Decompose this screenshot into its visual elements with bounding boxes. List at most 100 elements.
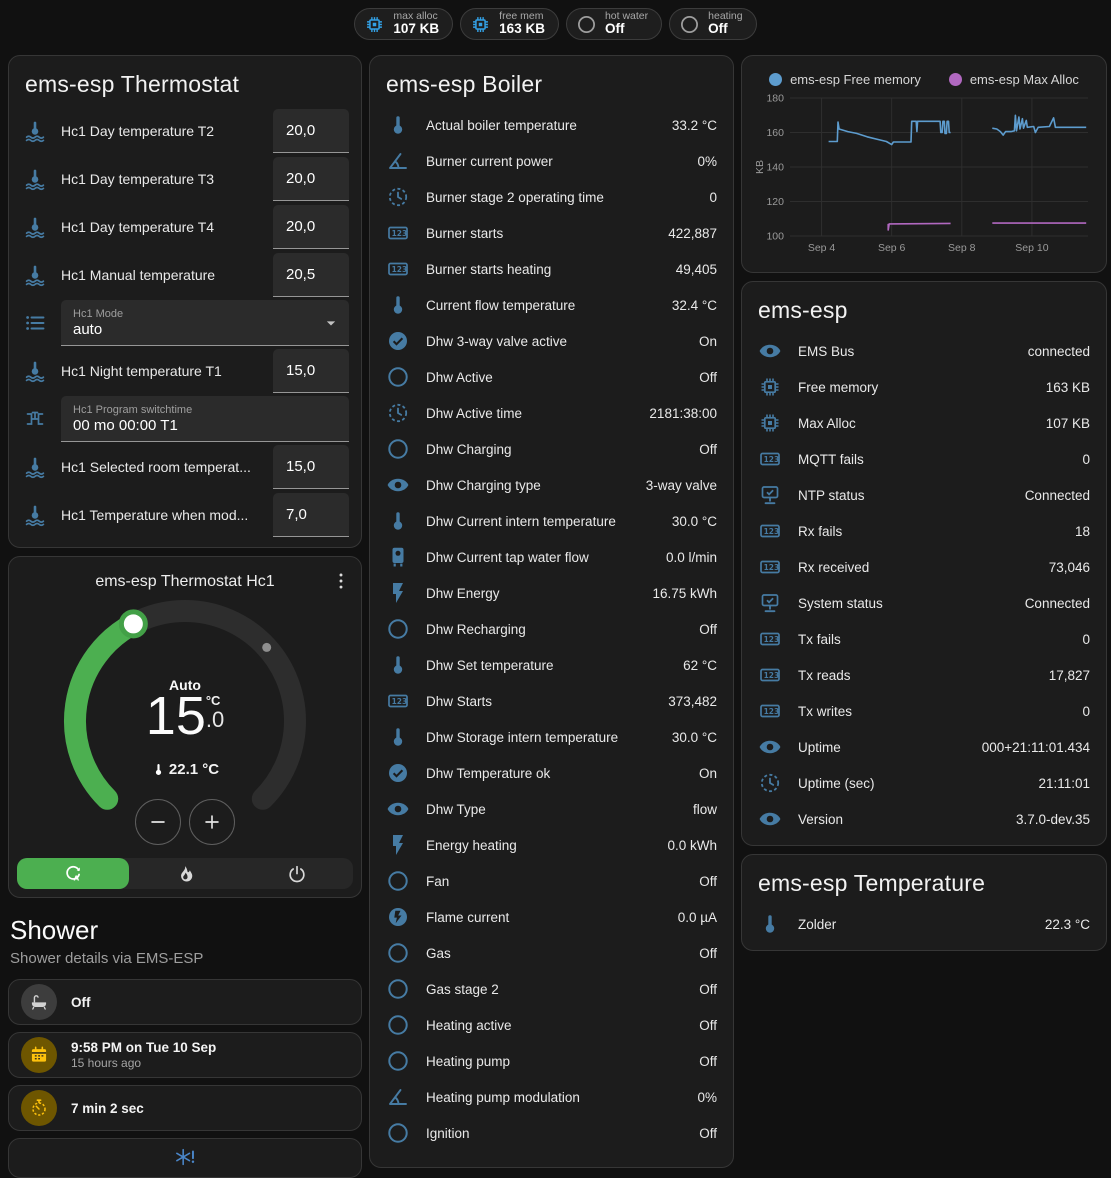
chevron-down-icon bbox=[321, 313, 341, 333]
field-row[interactable]: Hc1 Day temperature T4 20,0 bbox=[9, 203, 361, 251]
badge[interactable]: max alloc 107 KB bbox=[354, 8, 453, 40]
text-input[interactable]: Hc1 Program switchtime 00 mo 00:00 T1 bbox=[61, 396, 349, 442]
entity-row[interactable]: Burner stage 2 operating time 0 bbox=[370, 179, 733, 215]
select-input[interactable]: Hc1 Mode auto bbox=[61, 300, 349, 346]
entity-row[interactable]: 123 Burner starts heating 49,405 bbox=[370, 251, 733, 287]
counter-icon: 123 bbox=[758, 519, 782, 543]
field-row[interactable]: Hc1 Day temperature T3 20,0 bbox=[9, 155, 361, 203]
number-input[interactable]: 7,0 bbox=[273, 493, 349, 537]
circle-outline-icon bbox=[386, 977, 410, 1001]
field-label: Hc1 Night temperature T1 bbox=[61, 363, 273, 379]
entity-row[interactable]: Fan Off bbox=[370, 863, 733, 899]
hvac-mode-button[interactable] bbox=[129, 858, 241, 889]
entity-row[interactable]: Current flow temperature 32.4 °C bbox=[370, 287, 733, 323]
shower-item[interactable]: Off bbox=[8, 979, 362, 1025]
entity-label: MQTT fails bbox=[798, 452, 1066, 467]
field-row[interactable]: Hc1 Manual temperature 20,5 bbox=[9, 251, 361, 299]
entity-row[interactable]: Flame current 0.0 µA bbox=[370, 899, 733, 935]
entity-row[interactable]: Gas stage 2 Off bbox=[370, 971, 733, 1007]
entity-label: Flame current bbox=[426, 910, 662, 925]
badge-bar: max alloc 107 KB free mem 163 KB hot wat… bbox=[8, 8, 1103, 40]
entity-row[interactable]: 123 Rx fails 18 bbox=[742, 513, 1106, 549]
entity-row[interactable]: Dhw Energy 16.75 kWh bbox=[370, 575, 733, 611]
network-check-icon bbox=[758, 591, 782, 615]
entity-row[interactable]: Dhw Storage intern temperature 30.0 °C bbox=[370, 719, 733, 755]
number-input[interactable]: 20,0 bbox=[273, 205, 349, 249]
number-input[interactable]: 20,0 bbox=[273, 157, 349, 201]
entity-row[interactable]: Uptime (sec) 21:11:01 bbox=[742, 765, 1106, 801]
entity-row[interactable]: Free memory 163 KB bbox=[742, 369, 1106, 405]
field-row[interactable]: Hc1 Mode auto bbox=[9, 299, 361, 347]
field-row[interactable]: Hc1 Temperature when mod... 7,0 bbox=[9, 491, 361, 539]
entity-row[interactable]: Uptime 000+21:11:01.434 bbox=[742, 729, 1106, 765]
number-input[interactable]: 15,0 bbox=[273, 349, 349, 393]
field-row[interactable]: Hc1 Night temperature T1 15,0 bbox=[9, 347, 361, 395]
number-input[interactable]: 15,0 bbox=[273, 445, 349, 489]
field-row[interactable]: Hc1 Day temperature T2 20,0 bbox=[9, 107, 361, 155]
entity-label: Dhw Recharging bbox=[426, 622, 683, 637]
hvac-mode-button[interactable] bbox=[241, 858, 353, 889]
entity-row[interactable]: 123 Dhw Starts 373,482 bbox=[370, 683, 733, 719]
shower-subtitle: Shower details via EMS-ESP bbox=[10, 950, 360, 967]
entity-row[interactable]: 123 MQTT fails 0 bbox=[742, 441, 1106, 477]
badge[interactable]: heating Off bbox=[669, 8, 756, 40]
entity-row[interactable]: Zolder 22.3 °C bbox=[742, 906, 1106, 942]
thermometer-water-icon bbox=[23, 215, 47, 239]
number-input[interactable]: 20,0 bbox=[273, 109, 349, 153]
field-row[interactable]: Hc1 Program switchtime 00 mo 00:00 T1 bbox=[9, 395, 361, 443]
entity-row[interactable]: Dhw Current tap water flow 0.0 l/min bbox=[370, 539, 733, 575]
shower-partial-card[interactable] bbox=[8, 1138, 362, 1178]
dots-vertical-icon[interactable] bbox=[330, 570, 352, 592]
entity-label: Dhw Temperature ok bbox=[426, 766, 683, 781]
entity-row[interactable]: Dhw Active Off bbox=[370, 359, 733, 395]
chart-legend: ems-esp Free memory ems-esp Max Alloc bbox=[754, 66, 1094, 92]
entity-row[interactable]: Dhw Current intern temperature 30.0 °C bbox=[370, 503, 733, 539]
hvac-mode-button[interactable]: A bbox=[17, 858, 129, 889]
entity-row[interactable]: Dhw Recharging Off bbox=[370, 611, 733, 647]
legend-item-free-memory[interactable]: ems-esp Free memory bbox=[769, 72, 921, 87]
entity-row[interactable]: Dhw Charging type 3-way valve bbox=[370, 467, 733, 503]
entity-row[interactable]: 123 Rx received 73,046 bbox=[742, 549, 1106, 585]
entity-row[interactable]: 123 Burner starts 422,887 bbox=[370, 215, 733, 251]
entity-value: Off bbox=[699, 442, 717, 457]
entity-row[interactable]: System status Connected bbox=[742, 585, 1106, 621]
increase-temp-button[interactable] bbox=[189, 799, 235, 845]
entity-row[interactable]: EMS Bus connected bbox=[742, 333, 1106, 369]
field-row[interactable]: Hc1 Selected room temperat... 15,0 bbox=[9, 443, 361, 491]
shower-item[interactable]: 9:58 PM on Tue 10 Sep 15 hours ago bbox=[8, 1032, 362, 1078]
entity-row[interactable]: Version 3.7.0-dev.35 bbox=[742, 801, 1106, 837]
dial-card-title: ems-esp Thermostat Hc1 bbox=[9, 557, 361, 591]
entity-row[interactable]: Heating active Off bbox=[370, 1007, 733, 1043]
decrease-temp-button[interactable] bbox=[135, 799, 181, 845]
entity-row[interactable]: Energy heating 0.0 kWh bbox=[370, 827, 733, 863]
entity-row[interactable]: Heating pump Off bbox=[370, 1043, 733, 1079]
entity-label: Dhw Current intern temperature bbox=[426, 514, 656, 529]
entity-row[interactable]: Max Alloc 107 KB bbox=[742, 405, 1106, 441]
entity-row[interactable]: NTP status Connected bbox=[742, 477, 1106, 513]
shower-item[interactable]: 7 min 2 sec bbox=[8, 1085, 362, 1131]
entity-label: Dhw Energy bbox=[426, 586, 636, 601]
entity-row[interactable]: Dhw Active time 2181:38:00 bbox=[370, 395, 733, 431]
entity-row[interactable]: 123 Tx writes 0 bbox=[742, 693, 1106, 729]
thermometer-icon bbox=[151, 762, 166, 777]
entity-row[interactable]: 123 Tx fails 0 bbox=[742, 621, 1106, 657]
badge[interactable]: free mem 163 KB bbox=[460, 8, 559, 40]
entity-row[interactable]: Dhw Charging Off bbox=[370, 431, 733, 467]
entity-row[interactable]: Dhw 3-way valve active On bbox=[370, 323, 733, 359]
entity-row[interactable]: Dhw Set temperature 62 °C bbox=[370, 647, 733, 683]
card-title: ems-esp Thermostat bbox=[9, 56, 361, 107]
entity-row[interactable]: Actual boiler temperature 33.2 °C bbox=[370, 107, 733, 143]
entity-row[interactable]: Burner current power 0% bbox=[370, 143, 733, 179]
thermometer-water-icon bbox=[23, 119, 47, 143]
thermometer-icon bbox=[386, 653, 410, 677]
entity-row[interactable]: Gas Off bbox=[370, 935, 733, 971]
entity-row[interactable]: Heating pump modulation 0% bbox=[370, 1079, 733, 1115]
entity-row[interactable]: Dhw Type flow bbox=[370, 791, 733, 827]
entity-row[interactable]: Dhw Temperature ok On bbox=[370, 755, 733, 791]
angle-acute-icon bbox=[386, 1085, 410, 1109]
entity-row[interactable]: Ignition Off bbox=[370, 1115, 733, 1151]
number-input[interactable]: 20,5 bbox=[273, 253, 349, 297]
badge[interactable]: hot water Off bbox=[566, 8, 662, 40]
entity-row[interactable]: 123 Tx reads 17,827 bbox=[742, 657, 1106, 693]
legend-item-max-alloc[interactable]: ems-esp Max Alloc bbox=[949, 72, 1079, 87]
